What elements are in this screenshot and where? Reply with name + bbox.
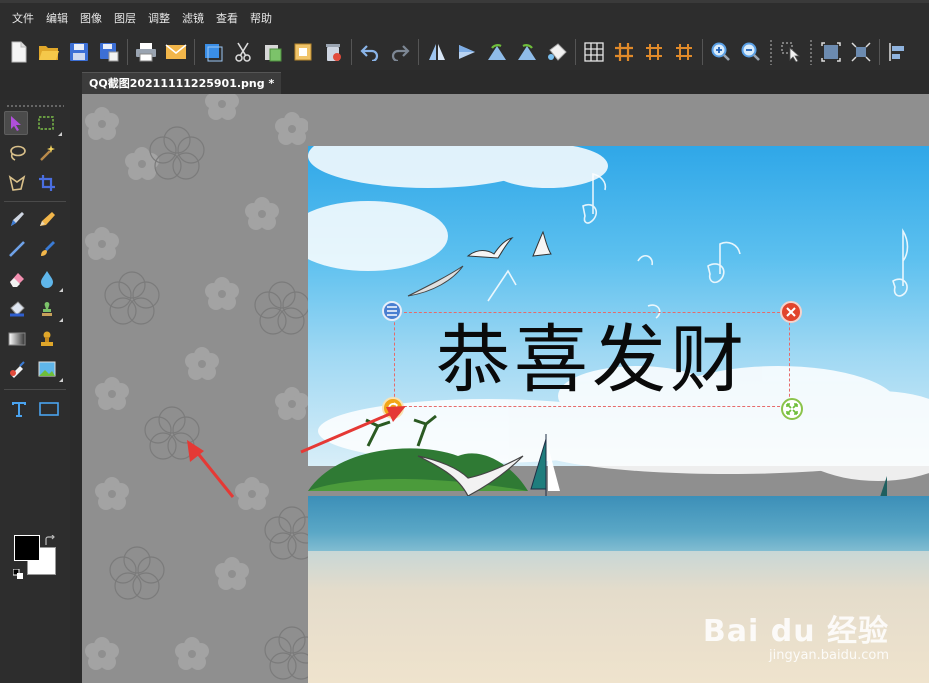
toolbar-separator: [879, 39, 880, 65]
workspace-flower-pattern: [85, 94, 308, 680]
layer-resize-handle[interactable]: [781, 398, 803, 420]
tool-separator: [4, 201, 66, 202]
save-as-icon[interactable]: [96, 39, 122, 65]
save-icon[interactable]: [66, 39, 92, 65]
redo-icon[interactable]: [387, 39, 413, 65]
email-icon[interactable]: [163, 39, 189, 65]
tool-panel-grip[interactable]: [6, 104, 64, 108]
text-layer-content[interactable]: 恭喜发财: [436, 323, 748, 397]
resize-frame-icon[interactable]: [848, 39, 874, 65]
toolbar-grip[interactable]: [769, 39, 773, 65]
print-icon[interactable]: [133, 39, 159, 65]
menu-bar: 文件 编辑 图像 图层 调整 滤镜 查看 帮助: [0, 0, 929, 34]
layer-close-handle[interactable]: [780, 301, 802, 323]
sea: [308, 496, 929, 556]
paint-bucket-icon[interactable]: [544, 39, 570, 65]
align-left-icon[interactable]: [885, 39, 911, 65]
rotate-left-icon[interactable]: [484, 39, 510, 65]
select-cursor-icon[interactable]: [778, 39, 804, 65]
document-tab-bar: QQ截图20211111225901.png *: [82, 70, 929, 94]
tool-separator: [4, 389, 66, 390]
open-folder-icon[interactable]: [36, 39, 62, 65]
layer-rotate-handle[interactable]: [382, 397, 404, 419]
menu-image[interactable]: 图像: [74, 5, 108, 33]
menu-layer[interactable]: 图层: [108, 5, 142, 33]
clone-stamp-tool[interactable]: [35, 297, 63, 322]
move-tool[interactable]: [4, 111, 28, 135]
text-layer-box[interactable]: 恭喜发财: [382, 301, 803, 420]
fill-bucket-tool[interactable]: [5, 297, 29, 321]
new-file-icon[interactable]: [6, 39, 32, 65]
menu-file[interactable]: 文件: [6, 5, 40, 33]
copy-layer-icon[interactable]: [200, 39, 226, 65]
menu-view[interactable]: 查看: [210, 5, 244, 33]
flip-horizontal-icon[interactable]: [424, 39, 450, 65]
delete-icon[interactable]: [320, 39, 346, 65]
hash-icon[interactable]: [611, 39, 637, 65]
photo-editor-window: 文件 编辑 图像 图层 调整 滤镜 查看 帮助 QQ截图202111112259…: [0, 0, 929, 683]
paste-icon[interactable]: [260, 39, 286, 65]
layer-menu-handle[interactable]: [382, 301, 402, 321]
toolbar-separator: [351, 39, 352, 65]
zoom-in-icon[interactable]: [708, 39, 734, 65]
polygon-lasso-tool[interactable]: [5, 171, 29, 195]
menu-filter[interactable]: 滤镜: [176, 5, 210, 33]
menu-edit[interactable]: 编辑: [40, 5, 74, 33]
toolbar-separator: [194, 39, 195, 65]
canvas-workspace[interactable]: 恭喜发财 Bai du 经验 jingyan.baidu.com: [82, 94, 929, 683]
cut-icon[interactable]: [230, 39, 256, 65]
grid-icon[interactable]: [581, 39, 607, 65]
gradient-tool[interactable]: [5, 327, 29, 351]
magic-wand-tool[interactable]: [35, 141, 59, 165]
beach-image[interactable]: 恭喜发财 Bai du 经验 jingyan.baidu.com: [308, 146, 929, 683]
pen-tool[interactable]: [5, 207, 29, 231]
image-tool[interactable]: [35, 357, 63, 382]
hash-small-icon[interactable]: [641, 39, 667, 65]
paste-new-icon[interactable]: [290, 39, 316, 65]
pencil-tool[interactable]: [35, 207, 59, 231]
watermark-brand: Bai du 经验: [702, 614, 889, 649]
crop-frame-icon[interactable]: [818, 39, 844, 65]
reset-colors-icon[interactable]: [12, 564, 23, 579]
tool-panel: [0, 100, 70, 683]
toolbar-separator: [418, 39, 419, 65]
eraser-tool[interactable]: [5, 267, 29, 291]
color-replace-tool[interactable]: [5, 357, 29, 381]
stamp-tool[interactable]: [35, 327, 59, 351]
undo-icon[interactable]: [357, 39, 383, 65]
lasso-tool[interactable]: [5, 141, 29, 165]
toolbar-grip[interactable]: [809, 39, 813, 65]
rotate-right-icon[interactable]: [514, 39, 540, 65]
blur-drop-tool[interactable]: [35, 267, 63, 292]
line-tool[interactable]: [5, 237, 29, 261]
brush-tool[interactable]: [35, 237, 59, 261]
toolbar-separator: [702, 39, 703, 65]
swap-colors-icon[interactable]: [44, 532, 56, 545]
toolbar-separator: [575, 39, 576, 65]
shape-rect-tool[interactable]: [37, 397, 61, 421]
document-tab[interactable]: QQ截图20211111225901.png *: [82, 72, 282, 94]
menu-adjust[interactable]: 调整: [142, 5, 176, 33]
baidu-watermark: Bai du 经验 jingyan.baidu.com: [703, 606, 889, 663]
crop-tool[interactable]: [35, 171, 59, 195]
main-toolbar: [0, 34, 929, 70]
zoom-out-icon[interactable]: [738, 39, 764, 65]
hash-alt-icon[interactable]: [671, 39, 697, 65]
foreground-color-swatch[interactable]: [14, 535, 40, 561]
watermark-url: jingyan.baidu.com: [769, 648, 889, 663]
menu-help[interactable]: 帮助: [244, 5, 278, 33]
rect-select-tool[interactable]: [34, 111, 62, 136]
flip-vertical-icon[interactable]: [454, 39, 480, 65]
toolbar-separator: [127, 39, 128, 65]
text-tool[interactable]: [7, 397, 31, 421]
